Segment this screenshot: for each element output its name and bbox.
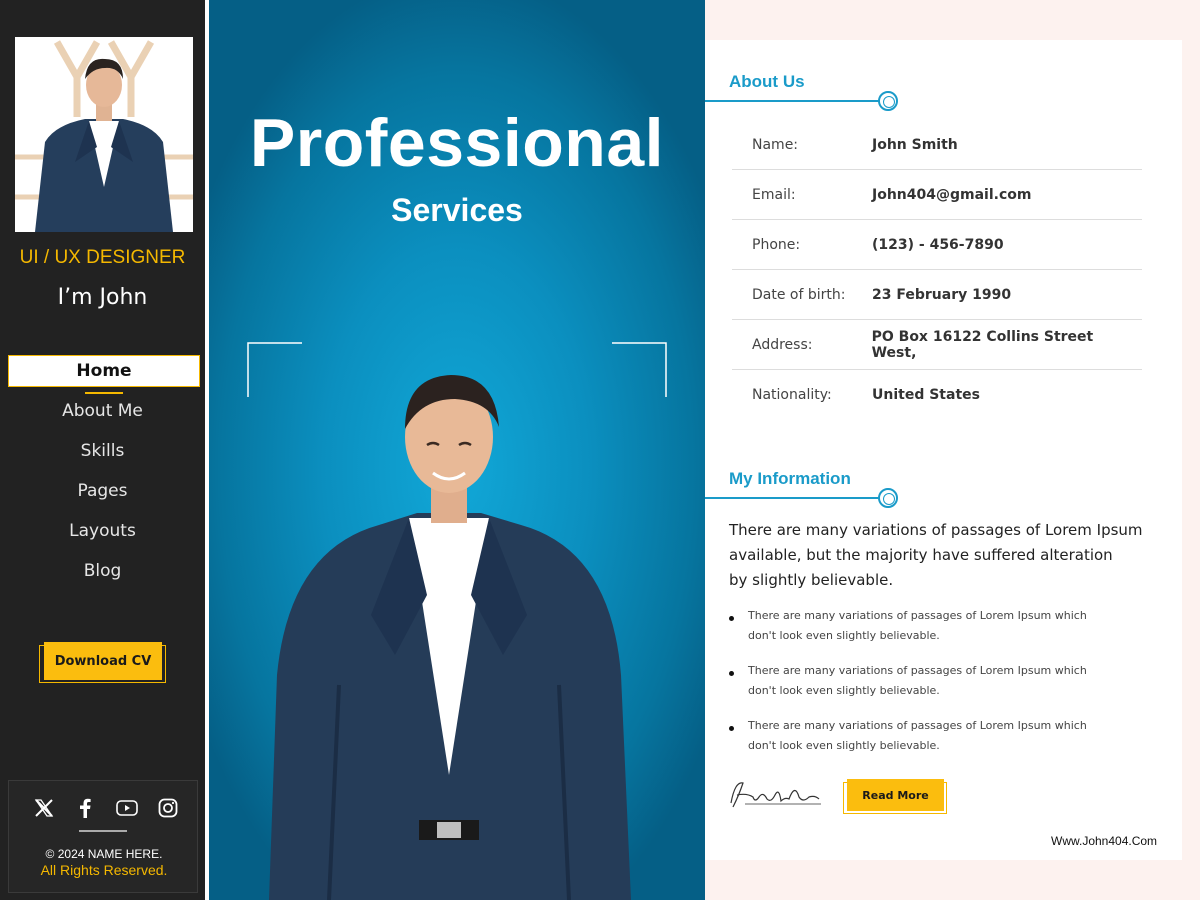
info-value: (123) - 456-7890: [872, 236, 1004, 253]
intro-paragraph: There are many variations of passages of…: [729, 518, 1174, 593]
youtube-icon[interactable]: [115, 797, 138, 819]
info-label: Email:: [752, 186, 796, 203]
info-value: PO Box 16122 Collins Street West,: [871, 328, 1094, 361]
social-links: [33, 797, 179, 819]
info-label: Date of birth:: [752, 286, 846, 303]
info-value: John Smith: [872, 136, 958, 153]
main-nav: Home About Me Skills Pages Layouts Blog: [0, 355, 205, 595]
info-row-email: Email: John404@gmail.com: [732, 170, 1142, 220]
footer-divider: [79, 830, 127, 832]
website-link[interactable]: Www.John404.Com: [1051, 834, 1157, 848]
download-cv-frame: Download CV: [39, 642, 166, 683]
about-heading: About Us: [729, 72, 805, 91]
info-row-address: Address: PO Box 16122 Collins Street Wes…: [732, 320, 1142, 370]
sidebar: UI / UX DESIGNER I’m John Home About Me …: [0, 0, 205, 900]
bullet-line: There are many variations of passages of…: [748, 664, 1087, 677]
list-item: There are many variations of passages of…: [729, 716, 1149, 756]
about-heading-line: [705, 100, 880, 102]
about-heading-dot-icon: [878, 91, 898, 111]
nav-item-home[interactable]: Home: [8, 355, 200, 394]
signature-icon: [730, 782, 821, 808]
copyright-text: © 2024 NAME HERE.: [45, 847, 163, 861]
profile-panel: About Us Name: John Smith Email: John404…: [705, 40, 1182, 860]
nav-item-layouts[interactable]: Layouts: [0, 515, 205, 555]
hero-portrait: [269, 375, 631, 900]
info-value: John404@gmail.com: [872, 186, 1032, 203]
info-row-birth: Date of birth: 23 February 1990: [732, 270, 1142, 320]
nav-item-about-me[interactable]: About Me: [0, 395, 205, 435]
info-row-nationality: Nationality: United States: [732, 370, 1142, 420]
info-value: United States: [872, 387, 980, 403]
info-heading-line: [705, 497, 880, 499]
about-info-table: Name: John Smith Email: John404@gmail.co…: [732, 120, 1142, 420]
nav-item-pages[interactable]: Pages: [0, 475, 205, 515]
sidebar-footer: © 2024 NAME HERE. All Rights Reserved.: [8, 780, 198, 893]
hero-section: Professional Services: [209, 0, 705, 900]
info-label: Phone:: [752, 236, 801, 253]
download-cv-button[interactable]: Download CV: [44, 642, 162, 680]
read-more-frame: Read More: [843, 779, 947, 814]
bullet-line: There are many variations of passages of…: [748, 609, 1087, 622]
info-label: Name:: [752, 136, 799, 153]
my-information-heading: My Information: [729, 469, 851, 488]
job-title: UI / UX DESIGNER: [19, 247, 186, 268]
info-label: Address:: [752, 336, 813, 353]
hero-subtitle: Services: [391, 192, 523, 228]
x-icon[interactable]: [33, 797, 55, 819]
info-row-name: Name: John Smith: [732, 120, 1142, 170]
nav-item-skills[interactable]: Skills: [0, 435, 205, 475]
info-bullet-list: There are many variations of passages of…: [729, 606, 1149, 771]
hero-title: Professional: [249, 105, 665, 181]
read-more-button[interactable]: Read More: [847, 779, 944, 811]
bullet-line: don't look even slightly believable.: [748, 684, 940, 697]
bullet-line: There are many variations of passages of…: [748, 719, 1087, 732]
list-item: There are many variations of passages of…: [729, 661, 1149, 701]
intro-line: by slightly believable.: [729, 571, 894, 589]
bullet-line: don't look even slightly believable.: [748, 739, 940, 752]
nav-item-blog[interactable]: Blog: [0, 555, 205, 595]
rights-text: All Rights Reserved.: [40, 862, 168, 878]
info-value: 23 February 1990: [872, 286, 1012, 303]
info-label: Nationality:: [752, 387, 832, 403]
facebook-icon[interactable]: [74, 797, 96, 819]
bullet-line: don't look even slightly believable.: [748, 629, 940, 642]
intro-line: available, but the majority have suffere…: [729, 546, 1113, 564]
info-heading-dot-icon: [878, 488, 898, 508]
list-item: There are many variations of passages of…: [729, 606, 1149, 646]
instagram-icon[interactable]: [157, 797, 179, 819]
profile-photo: [15, 37, 193, 232]
intro-line: There are many variations of passages of…: [729, 521, 1143, 539]
info-row-phone: Phone: (123) - 456-7890: [732, 220, 1142, 270]
greeting-name: I’m John: [57, 285, 148, 310]
